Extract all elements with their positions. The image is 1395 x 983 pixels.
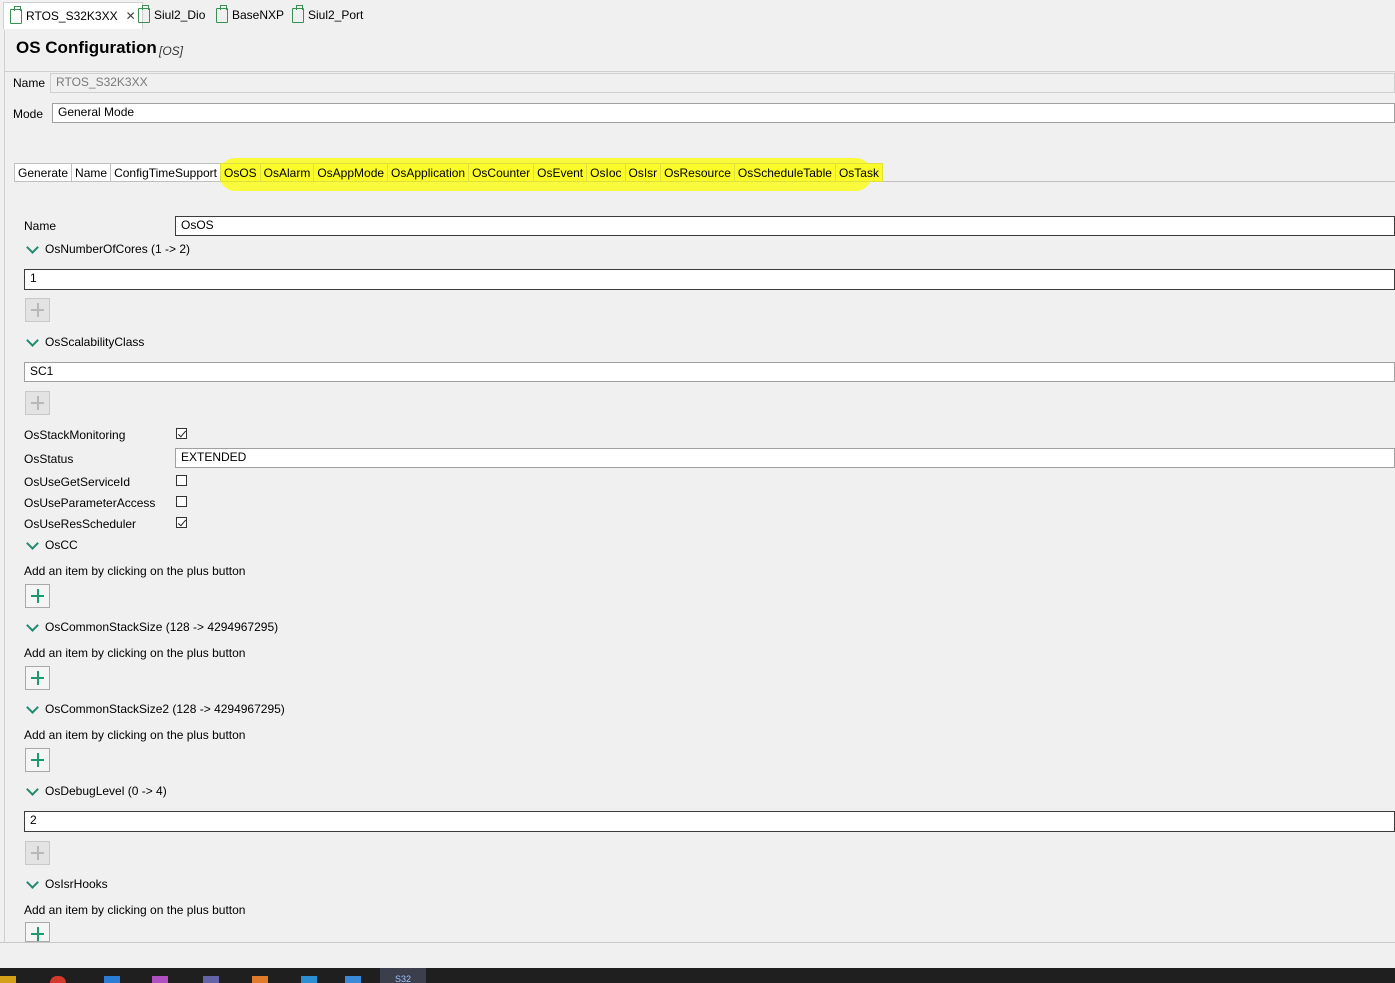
chrome-icon[interactable] — [50, 976, 66, 983]
section-isrhooks: OsIsrHooks — [45, 877, 108, 891]
app-icon[interactable] — [345, 976, 361, 983]
add-oscc-button[interactable] — [25, 584, 50, 608]
tab-osos[interactable]: OsOS — [220, 163, 260, 182]
stackmonitoring-label: OsStackMonitoring — [24, 428, 126, 442]
tab-ostask[interactable]: OsTask — [834, 163, 883, 182]
add-item-hint: Add an item by clicking on the plus butt… — [24, 903, 246, 917]
section-commonstacksize: OsCommonStackSize (128 -> 4294967295) — [45, 620, 279, 634]
page-subtitle: [OS] — [159, 44, 184, 58]
resscheduler-checkbox[interactable] — [176, 517, 187, 528]
tab-osevent[interactable]: OsEvent — [533, 163, 587, 182]
tab-osappmode[interactable]: OsAppMode — [313, 163, 388, 182]
config-file-icon — [10, 5, 22, 24]
stackmonitoring-checkbox[interactable] — [176, 428, 187, 439]
divider — [0, 942, 1395, 943]
close-icon[interactable]: ✕ — [126, 9, 136, 23]
debuglevel-field[interactable]: 2 — [24, 811, 1395, 832]
section-numberofcores: OsNumberOfCores (1 -> 2) — [45, 242, 191, 256]
add-item-hint: Add an item by clicking on the plus butt… — [24, 646, 246, 660]
tab-configtimesupport[interactable]: ConfigTimeSupport — [110, 163, 220, 182]
osstatus-label: OsStatus — [24, 452, 74, 466]
editor-tab-siul2-dio[interactable]: Siul2_Dio — [138, 2, 205, 28]
edge-icon[interactable] — [301, 976, 317, 983]
editor-tab-rtos[interactable]: RTOS_S32K3XX ✕ — [3, 2, 143, 29]
mail-icon[interactable] — [104, 976, 120, 983]
tab-name[interactable]: Name — [71, 163, 111, 182]
editor-tab-bar: RTOS_S32K3XX ✕ Siul2_Dio BaseNXP Siul2_P… — [0, 0, 1395, 30]
add-item-hint: Add an item by clicking on the plus butt… — [24, 728, 246, 742]
editor-tab-siul2-port[interactable]: Siul2_Port — [292, 2, 363, 28]
add-scalabilityclass-button[interactable] — [25, 391, 50, 415]
config-file-icon — [138, 4, 150, 23]
add-commonstacksize-button[interactable] — [25, 666, 50, 690]
teams-icon[interactable] — [203, 976, 219, 983]
s32-ds-taskbar-button[interactable]: S32 — [380, 968, 426, 983]
section-oscc: OsCC — [45, 538, 78, 552]
resscheduler-label: OsUseResScheduler — [24, 517, 137, 531]
page-title: OS Configuration — [16, 38, 157, 57]
tab-oscounter[interactable]: OsCounter — [468, 163, 534, 182]
mode-label: Mode — [13, 107, 44, 121]
file-explorer-icon[interactable] — [0, 976, 16, 983]
add-isrhooks-button[interactable] — [25, 922, 50, 942]
tab-osresource[interactable]: OsResource — [660, 163, 734, 182]
tab-osapplication[interactable]: OsApplication — [387, 163, 469, 182]
osos-name-field[interactable]: OsOS — [175, 216, 1395, 236]
add-debuglevel-button[interactable] — [25, 841, 50, 865]
tab-osioc[interactable]: OsIoc — [586, 163, 625, 182]
editor-tab-label: RTOS_S32K3XX — [26, 9, 118, 23]
section-debuglevel: OsDebugLevel (0 -> 4) — [45, 784, 167, 798]
osos-name-label: Name — [24, 219, 57, 233]
parameteraccess-checkbox[interactable] — [176, 496, 187, 507]
add-commonstacksize2-button[interactable] — [25, 748, 50, 772]
editor-tab-basenxp[interactable]: BaseNXP — [216, 2, 284, 28]
app-icon[interactable] — [252, 976, 268, 983]
name-label: Name — [13, 76, 46, 90]
tab-osalarm[interactable]: OsAlarm — [259, 163, 314, 182]
config-file-icon — [292, 4, 304, 23]
tab-generate[interactable]: Generate — [14, 163, 72, 182]
getserviceid-label: OsUseGetServiceId — [24, 475, 131, 489]
divider — [4, 71, 1395, 72]
section-commonstacksize2: OsCommonStackSize2 (128 -> 4294967295) — [45, 702, 285, 716]
editor-tab-label: BaseNXP — [232, 8, 285, 22]
scalabilityclass-field[interactable]: SC1 — [24, 362, 1395, 382]
editor-tab-label: Siul2_Port — [308, 8, 364, 22]
config-file-icon — [216, 4, 228, 23]
app-icon[interactable] — [152, 976, 168, 983]
numberofcores-field[interactable]: 1 — [24, 269, 1395, 290]
add-item-hint: Add an item by clicking on the plus butt… — [24, 564, 246, 578]
mode-select[interactable]: General Mode — [52, 103, 1395, 123]
taskbar: S32 — [0, 968, 1395, 983]
config-tab-strip: Generate Name ConfigTimeSupport OsOS OsA… — [14, 163, 883, 182]
tab-osisr[interactable]: OsIsr — [624, 163, 661, 182]
add-numberofcores-button[interactable] — [25, 298, 50, 322]
name-field[interactable]: RTOS_S32K3XX — [50, 73, 1395, 93]
tab-osscheduletable[interactable]: OsScheduleTable — [733, 163, 835, 182]
section-scalabilityclass: OsScalabilityClass — [45, 335, 145, 349]
getserviceid-checkbox[interactable] — [176, 475, 187, 486]
osstatus-select[interactable]: EXTENDED — [175, 448, 1395, 468]
parameteraccess-label: OsUseParameterAccess — [24, 496, 156, 510]
editor-tab-label: Siul2_Dio — [154, 8, 206, 22]
